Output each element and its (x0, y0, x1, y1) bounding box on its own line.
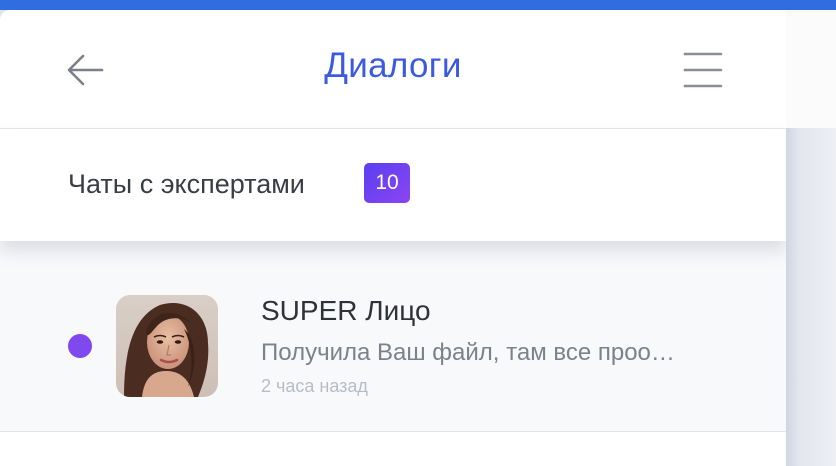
chat-last-message: Получила Ваш файл, там все проо… (261, 339, 675, 366)
unread-indicator (68, 334, 92, 358)
menu-button[interactable] (680, 50, 726, 90)
next-chat-list-item (0, 432, 786, 466)
avatar (116, 295, 218, 397)
chat-contact-name: SUPER Лицо (261, 295, 431, 326)
chat-category-bar: Чаты с экспертами 10 (0, 129, 786, 241)
panel-header: Диалоги (0, 10, 786, 129)
dialogs-panel: Диалоги Чаты с экспертами 10 SUPER Лицо … (0, 10, 786, 466)
chat-list-item[interactable]: SUPER Лицо Получила Ваш файл, там все пр… (0, 241, 786, 432)
window-top-strip (0, 0, 836, 10)
chat-timestamp: 2 часа назад (261, 376, 368, 396)
back-button[interactable] (62, 50, 108, 90)
tab-experts-chats[interactable]: Чаты с экспертами (68, 169, 305, 200)
arrow-left-icon (67, 54, 104, 86)
background-header-edge (786, 10, 836, 128)
hamburger-menu-icon (683, 52, 723, 88)
page-title: Диалоги (324, 46, 462, 85)
unread-count-badge: 10 (364, 163, 410, 203)
